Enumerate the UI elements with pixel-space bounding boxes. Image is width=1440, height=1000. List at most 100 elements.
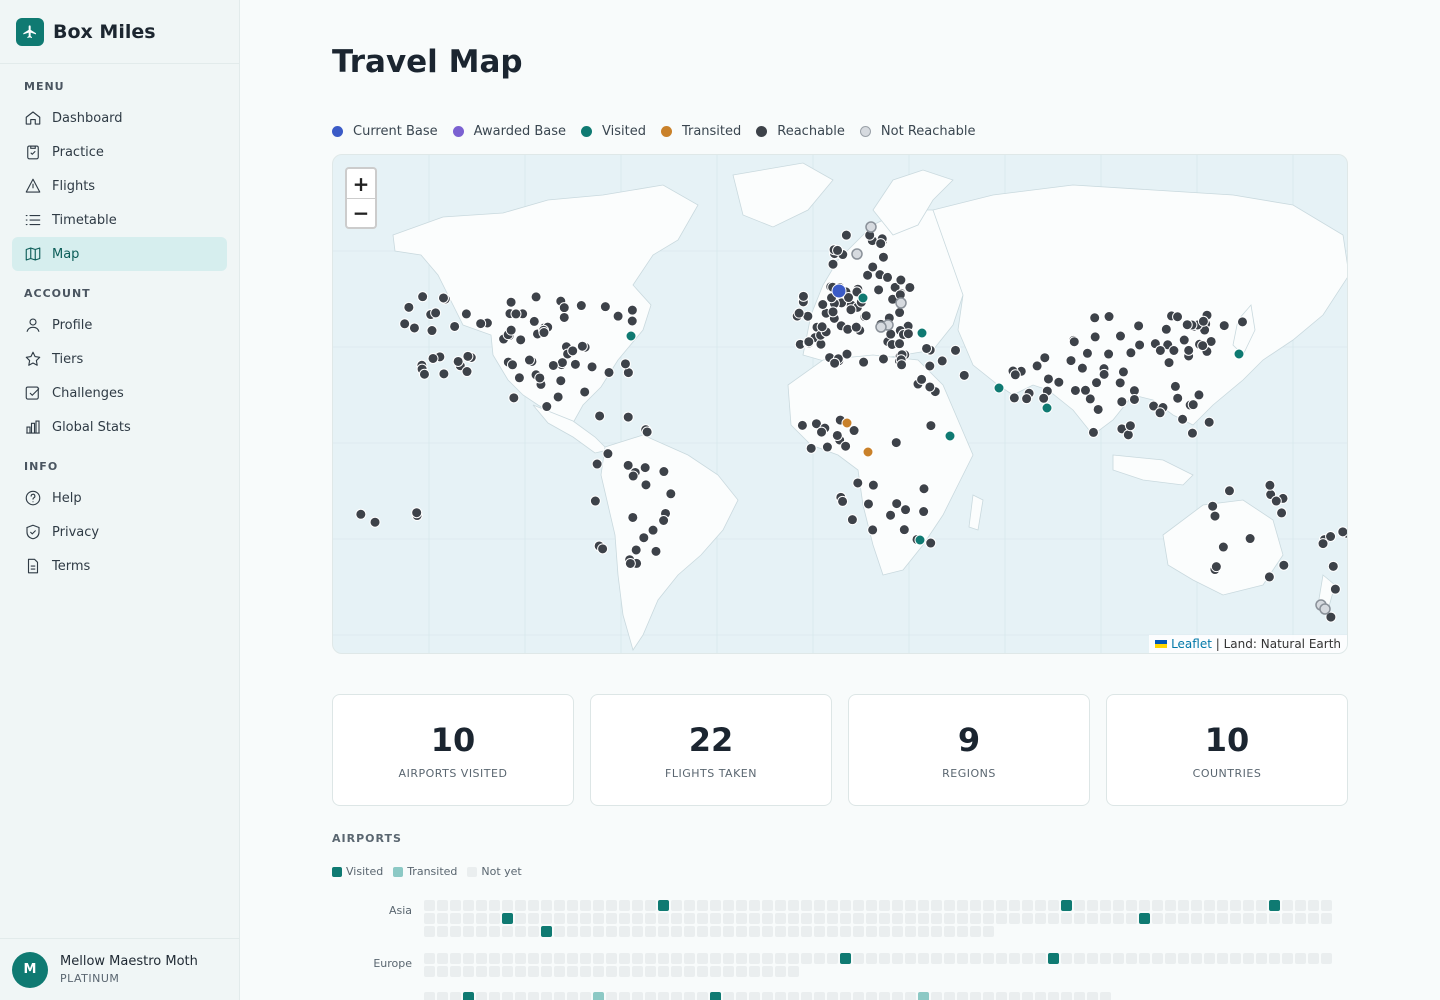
airport-cell[interactable] [840,926,851,937]
airport-marker-reachable[interactable] [1218,320,1230,332]
airport-cell[interactable] [1035,913,1046,924]
airport-cell[interactable] [580,966,591,977]
airport-marker-reachable[interactable] [1172,392,1184,404]
airport-cell[interactable] [606,953,617,964]
airport-cell[interactable] [450,913,461,924]
airport-marker-visited[interactable] [916,327,928,339]
airport-marker-reachable[interactable] [882,271,894,283]
airport-cell[interactable] [710,913,721,924]
airport-cell[interactable] [710,992,721,1000]
airport-cell[interactable] [1321,913,1332,924]
airport-cell[interactable] [424,992,435,1000]
airport-cell[interactable] [957,926,968,937]
sidebar-item-challenges[interactable]: Challenges [12,376,227,410]
airport-cell[interactable] [801,953,812,964]
airport-cell[interactable] [1178,900,1189,911]
airport-marker-reachable[interactable] [918,506,930,518]
airport-marker-reachable[interactable] [1068,336,1080,348]
sidebar-item-dashboard[interactable]: Dashboard [12,101,227,135]
airport-marker-reachable[interactable] [1042,373,1054,385]
airport-marker-reachable[interactable] [796,419,808,431]
airport-cell[interactable] [463,953,474,964]
airport-marker-reachable[interactable] [840,229,852,241]
airport-cell[interactable] [528,966,539,977]
zoom-in-button[interactable]: + [347,169,375,198]
airport-cell[interactable] [1139,953,1150,964]
airport-cell[interactable] [1191,953,1202,964]
airport-cell[interactable] [697,953,708,964]
airport-cell[interactable] [840,913,851,924]
airport-cell[interactable] [450,926,461,937]
airport-cell[interactable] [892,913,903,924]
airport-cell[interactable] [905,926,916,937]
airport-marker-reachable[interactable] [867,479,879,491]
airport-cell[interactable] [1074,953,1085,964]
airport-cell[interactable] [645,953,656,964]
airport-marker-reachable[interactable] [958,369,970,381]
airport-marker-reachable[interactable] [1263,571,1275,583]
airport-marker-reachable[interactable] [1187,399,1199,411]
airport-cell[interactable] [632,900,643,911]
airport-cell[interactable] [515,926,526,937]
airport-marker-reachable[interactable] [1031,360,1043,372]
airport-cell[interactable] [541,913,552,924]
airport-cell[interactable] [827,913,838,924]
airport-cell[interactable] [762,953,773,964]
airport-cell[interactable] [853,992,864,1000]
airport-cell[interactable] [515,900,526,911]
airport-cell[interactable] [567,926,578,937]
airport-marker-reachable[interactable] [1203,416,1215,428]
airport-cell[interactable] [866,992,877,1000]
airport-marker-reachable[interactable] [846,514,858,526]
airport-cell[interactable] [424,966,435,977]
airport-marker-reachable[interactable] [461,366,473,378]
airport-cell[interactable] [1321,900,1332,911]
airport-cell[interactable] [853,900,864,911]
airport-cell[interactable] [541,926,552,937]
airport-marker-reachable[interactable] [1183,344,1195,356]
airport-marker-reachable[interactable] [895,274,907,286]
airport-cell[interactable] [1269,953,1280,964]
airport-marker-reachable[interactable] [576,340,588,352]
sidebar-item-tiers[interactable]: Tiers [12,342,227,376]
airport-cell[interactable] [502,992,513,1000]
airport-cell[interactable] [450,953,461,964]
airport-marker-reachable[interactable] [1209,510,1221,522]
airport-cell[interactable] [840,992,851,1000]
airport-cell[interactable] [1061,992,1072,1000]
airport-cell[interactable] [1048,900,1059,911]
airport-cell[interactable] [619,926,630,937]
airport-cell[interactable] [502,900,513,911]
airport-cell[interactable] [1165,913,1176,924]
airport-marker-reachable[interactable] [1244,533,1256,545]
airport-cell[interactable] [424,913,435,924]
airport-cell[interactable] [619,913,630,924]
airport-cell[interactable] [931,926,942,937]
airport-cell[interactable] [593,900,604,911]
airport-cell[interactable] [463,900,474,911]
airport-marker-reachable[interactable] [475,318,487,330]
airport-marker-reachable[interactable] [612,310,624,322]
airport-marker-reachable[interactable] [925,420,937,432]
airport-marker-reachable[interactable] [641,426,653,438]
airport-marker-reachable[interactable] [627,511,639,523]
sidebar-item-timetable[interactable]: Timetable [12,203,227,237]
airport-marker-reachable[interactable] [547,359,559,371]
airport-cell[interactable] [554,900,565,911]
airport-cell[interactable] [476,900,487,911]
airport-marker-reachable[interactable] [1117,366,1129,378]
airport-cell[interactable] [541,900,552,911]
airport-marker-reachable[interactable] [925,537,937,549]
airport-cell[interactable] [814,900,825,911]
airport-cell[interactable] [593,992,604,1000]
airport-marker-reachable[interactable] [438,368,450,380]
airport-cell[interactable] [476,966,487,977]
airport-cell[interactable] [866,913,877,924]
airport-marker-reachable[interactable] [626,315,638,327]
airport-marker-reachable[interactable] [555,375,567,387]
airport-marker-reachable[interactable] [403,301,415,313]
airport-cell[interactable] [606,926,617,937]
airport-marker-reachable[interactable] [1327,560,1339,572]
airport-cell[interactable] [450,966,461,977]
airport-cell[interactable] [502,966,513,977]
